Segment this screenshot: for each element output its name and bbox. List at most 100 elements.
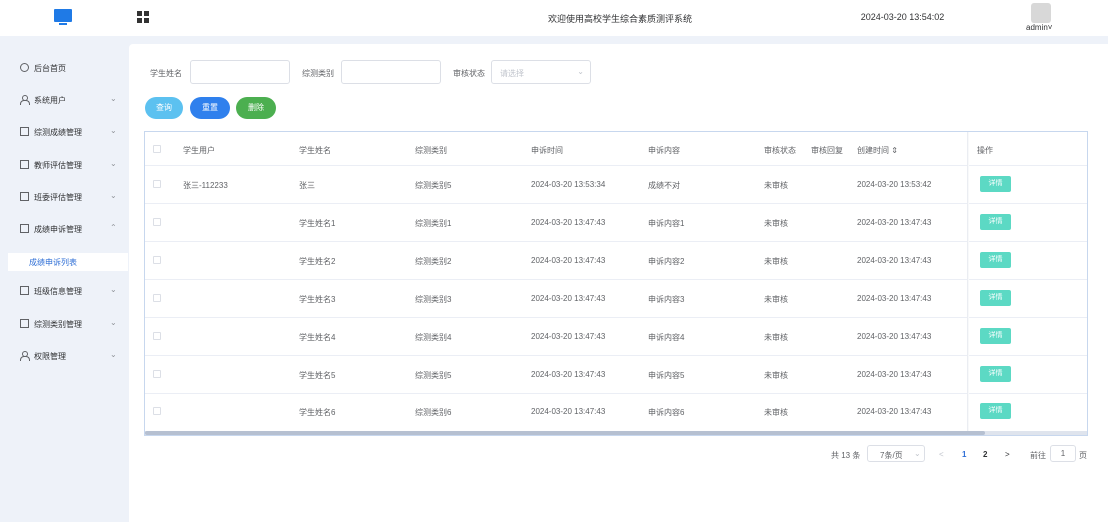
query-button[interactable]: 查询 <box>145 97 183 119</box>
row-divider <box>145 279 1087 280</box>
row-checkbox[interactable] <box>153 332 161 340</box>
sidebar-item-label: 系统用户 <box>34 96 66 105</box>
appeal-table: 学生用户 学生姓名 综测类别 申诉时间 申诉内容 审核状态 审核回复 创建时间 … <box>144 131 1088 436</box>
reset-button[interactable]: 重置 <box>190 97 230 119</box>
cell-category: 综测类别3 <box>415 295 452 304</box>
cell-created-time: 2024-03-20 13:47:43 <box>857 294 932 303</box>
cell-student-name: 学生姓名2 <box>299 257 336 266</box>
cell-student-name: 学生姓名4 <box>299 333 336 342</box>
column-header-created-time[interactable]: 创建时间 ⇕ <box>857 145 898 156</box>
category-label: 综测类别 <box>302 69 334 78</box>
fixed-column-divider <box>967 132 969 432</box>
grid-menu-icon[interactable] <box>137 11 149 23</box>
horizontal-scrollbar[interactable] <box>145 431 1087 435</box>
cell-category: 综测类别2 <box>415 257 452 266</box>
sidebar-subitem-appeal-list[interactable]: 成绩申诉列表 <box>8 253 128 271</box>
cell-status: 未审核 <box>764 295 788 304</box>
card-icon <box>20 286 29 295</box>
page-size-select[interactable]: 7条/页 ⌄ <box>867 445 925 462</box>
top-bar: 欢迎使用高校学生综合素质测评系统 2024-03-20 13:54:02 adm… <box>0 0 1108 36</box>
cell-student-name: 张三 <box>299 181 315 190</box>
monitor-icon[interactable] <box>54 9 72 26</box>
total-count: 共 13 条 <box>831 451 861 460</box>
column-header-status: 审核状态 <box>764 146 796 155</box>
sidebar-item-teacher-evaluation[interactable]: 教师评估管理 ⌄ <box>0 155 128 175</box>
prev-page-button[interactable]: < <box>939 450 944 466</box>
cell-student-name: 学生姓名1 <box>299 219 336 228</box>
chevron-down-icon: ⌄ <box>110 285 117 294</box>
row-checkbox[interactable] <box>153 218 161 226</box>
cell-student-name: 学生姓名6 <box>299 408 336 417</box>
column-header-student-name: 学生姓名 <box>299 146 331 155</box>
avatar[interactable] <box>1031 3 1051 23</box>
cell-created-time: 2024-03-20 13:47:43 <box>857 332 932 341</box>
status-select[interactable]: 请选择 ⌄ <box>491 60 591 84</box>
chevron-down-icon: ⌄ <box>110 350 117 359</box>
cell-category: 综测类别5 <box>415 371 452 380</box>
student-name-input[interactable] <box>190 60 290 84</box>
detail-button[interactable]: 详情 <box>980 403 1011 419</box>
user-name: admin <box>1026 23 1048 32</box>
row-checkbox[interactable] <box>153 256 161 264</box>
row-checkbox[interactable] <box>153 370 161 378</box>
card-icon <box>20 224 29 233</box>
detail-button[interactable]: 详情 <box>980 366 1011 382</box>
row-checkbox[interactable] <box>153 294 161 302</box>
delete-button[interactable]: 删除 <box>236 97 276 119</box>
chevron-down-icon: ⌄ <box>110 159 117 168</box>
sidebar-item-label: 权限管理 <box>34 352 66 361</box>
system-title: 欢迎使用高校学生综合素质测评系统 <box>547 14 692 24</box>
cell-appeal-time: 2024-03-20 13:47:43 <box>531 332 606 341</box>
select-all-checkbox[interactable] <box>153 145 161 153</box>
column-header-student-user: 学生用户 <box>183 146 215 155</box>
status-label: 审核状态 <box>453 69 485 78</box>
sidebar-item-score-management[interactable]: 综测成绩管理 ⌄ <box>0 122 128 142</box>
page-number[interactable]: 2 <box>983 450 987 466</box>
cell-student-user: 张三-112233 <box>183 181 228 190</box>
user-menu[interactable]: admin˅ <box>1026 23 1052 32</box>
sidebar-item-committee-evaluation[interactable]: 班委评估管理 ⌄ <box>0 187 128 207</box>
cell-appeal-time: 2024-03-20 13:47:43 <box>531 294 606 303</box>
chevron-down-icon: ⌄ <box>577 67 584 76</box>
next-page-button[interactable]: > <box>1005 450 1010 466</box>
chevron-down-icon: ˅ <box>1047 23 1053 32</box>
chevron-down-icon: ⌄ <box>110 191 117 200</box>
detail-button[interactable]: 详情 <box>980 290 1011 306</box>
cell-category: 综测类别6 <box>415 408 452 417</box>
current-datetime: 2024-03-20 13:54:02 <box>860 12 945 22</box>
cell-student-name: 学生姓名5 <box>299 371 336 380</box>
scrollbar-thumb[interactable] <box>145 431 985 435</box>
chevron-down-icon: ⌄ <box>110 94 117 103</box>
sidebar-item-permissions[interactable]: 权限管理 ⌄ <box>0 346 128 366</box>
card-icon <box>20 160 29 169</box>
sidebar-item-category-management[interactable]: 综测类别管理 ⌄ <box>0 314 128 334</box>
goto-page-input[interactable] <box>1050 445 1076 462</box>
sidebar-item-class-info[interactable]: 班级信息管理 ⌄ <box>0 281 128 301</box>
detail-button[interactable]: 详情 <box>980 252 1011 268</box>
chevron-down-icon: ⌄ <box>914 449 921 458</box>
cell-status: 未审核 <box>764 257 788 266</box>
sidebar-item-appeal-management[interactable]: 成绩申诉管理 ⌃ <box>0 219 128 239</box>
row-checkbox[interactable] <box>153 180 161 188</box>
goto-label: 前往 <box>1030 451 1046 460</box>
cell-category: 综测类别4 <box>415 333 452 342</box>
sidebar-item-system-users[interactable]: 系统用户 ⌄ <box>0 90 128 110</box>
sidebar-item-label: 成绩申诉管理 <box>34 225 82 234</box>
page-number[interactable]: 1 <box>962 450 966 466</box>
column-header-actions: 操作 <box>977 146 993 155</box>
column-header-appeal-content: 申诉内容 <box>648 146 680 155</box>
cell-appeal-time: 2024-03-20 13:47:43 <box>531 256 606 265</box>
column-header-reply: 审核回复 <box>811 146 843 155</box>
sidebar-item-label: 班级信息管理 <box>34 287 82 296</box>
cell-appeal-content: 申诉内容6 <box>648 408 685 417</box>
cell-appeal-content: 申诉内容4 <box>648 333 685 342</box>
cell-status: 未审核 <box>764 181 788 190</box>
row-checkbox[interactable] <box>153 407 161 415</box>
category-input[interactable] <box>341 60 441 84</box>
detail-button[interactable]: 详情 <box>980 176 1011 192</box>
detail-button[interactable]: 详情 <box>980 328 1011 344</box>
cell-student-name: 学生姓名3 <box>299 295 336 304</box>
detail-button[interactable]: 详情 <box>980 214 1011 230</box>
sidebar-item-label: 班委评估管理 <box>34 193 82 202</box>
sidebar-item-home[interactable]: 后台首页 <box>0 58 128 78</box>
